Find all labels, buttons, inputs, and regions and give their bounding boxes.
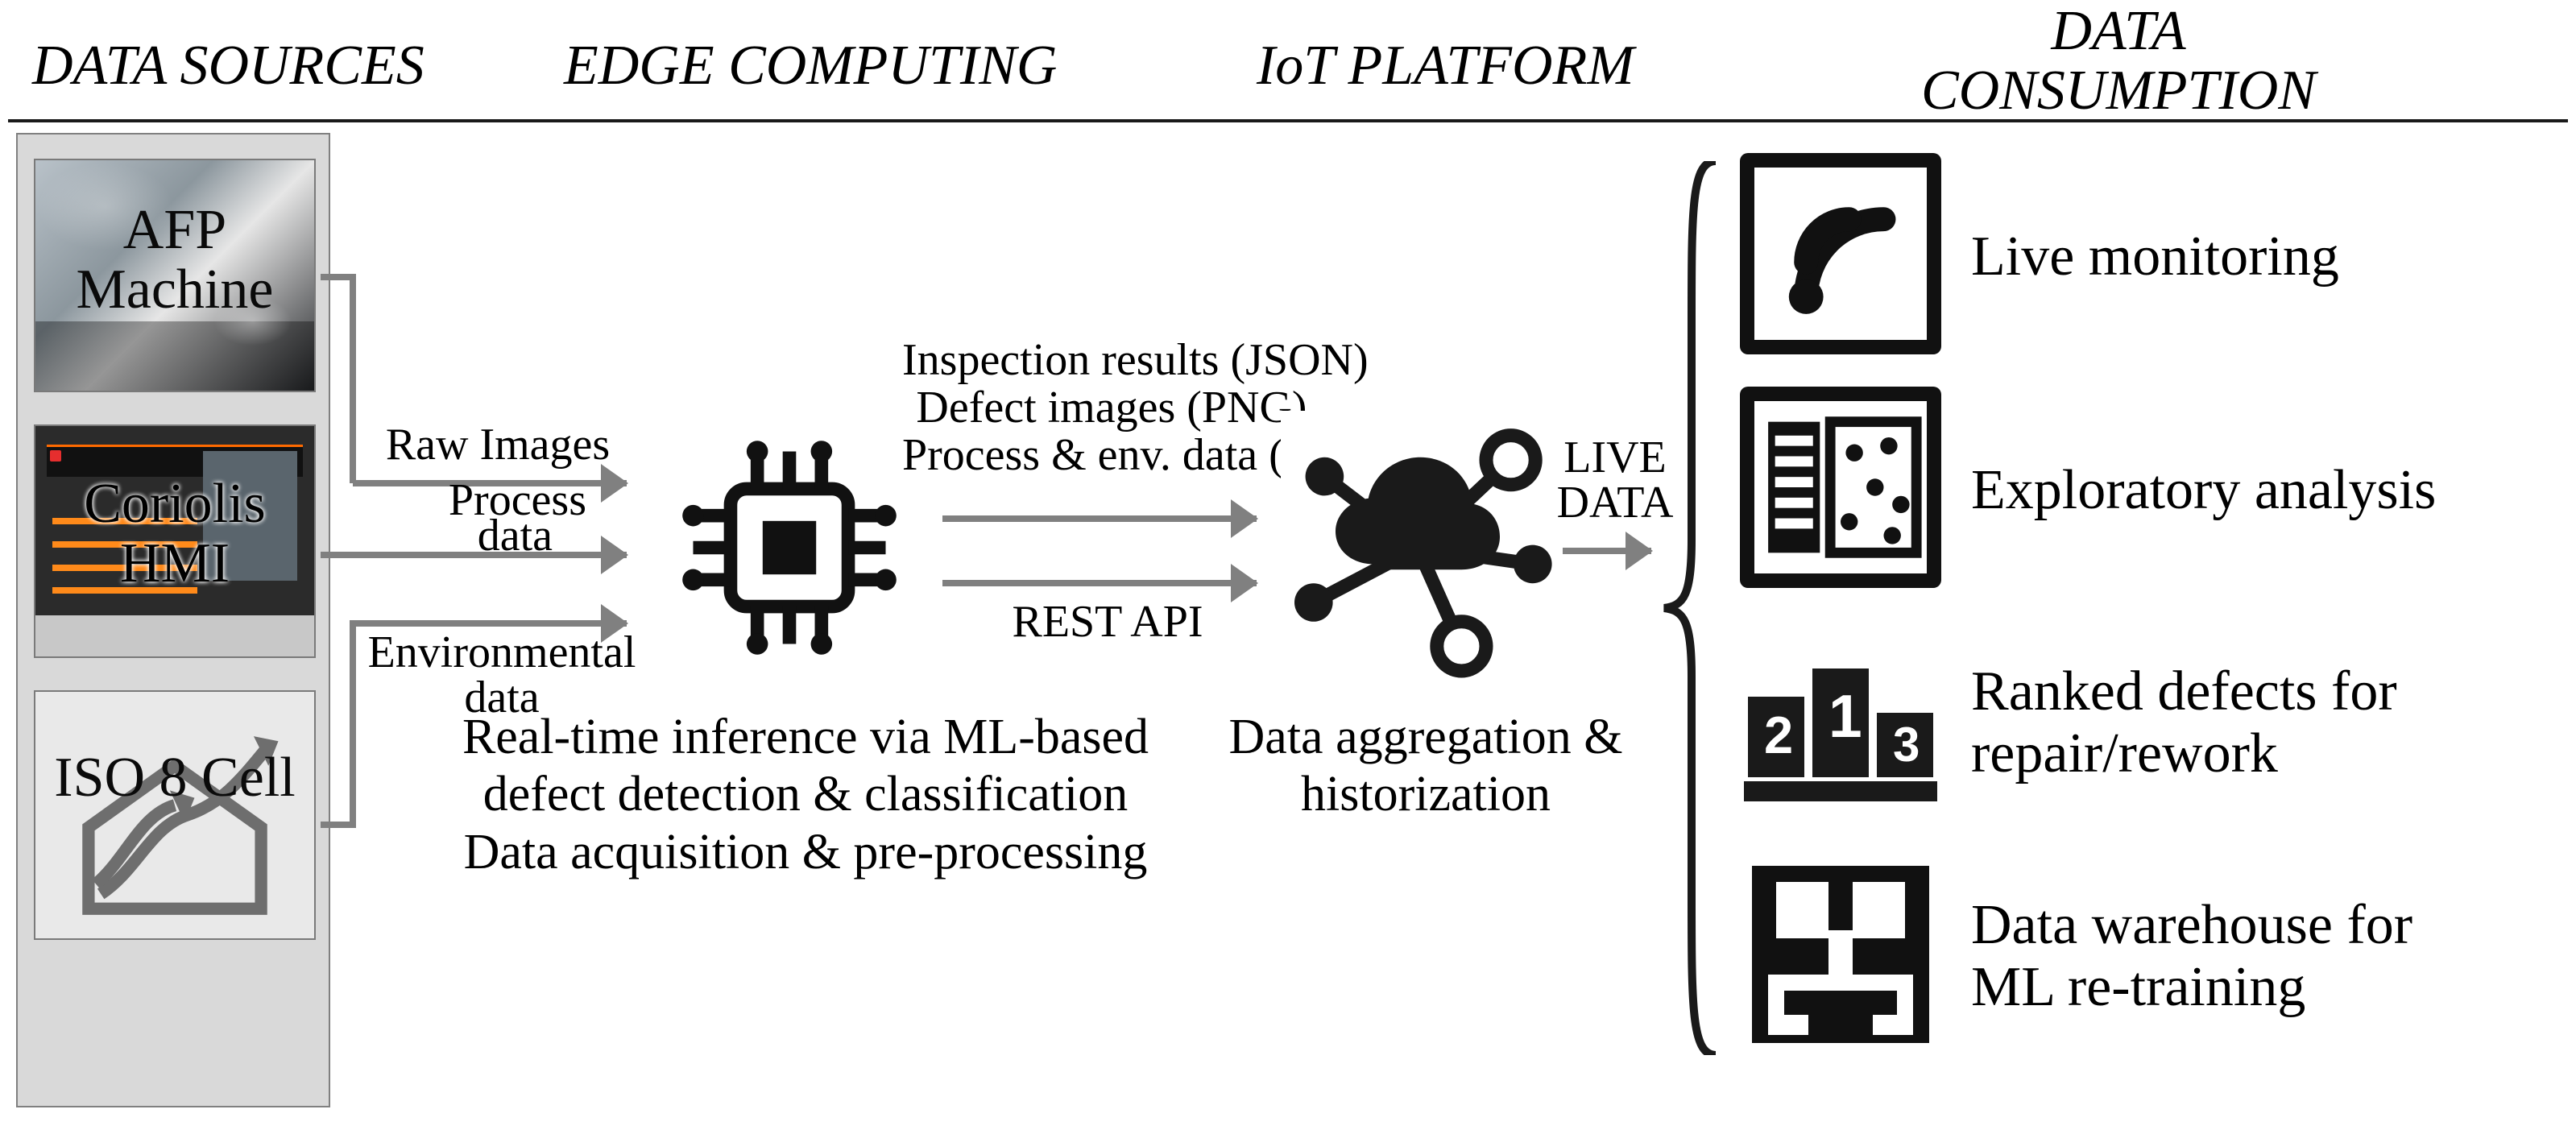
source-hmi-label: Coriolis HMI: [35, 474, 314, 593]
source-afp-machine: AFP Machine: [34, 159, 316, 392]
arrow-label-edge-iot: Inspection results (JSON) Defect images …: [902, 337, 1321, 478]
live-monitoring-icon: [1740, 153, 1941, 354]
source-iso-label: ISO 8 Cell: [35, 748, 314, 808]
right-label-data-warehouse: Data warehouse for ML re-training: [1971, 894, 2551, 1018]
heading-data-sources: DATA SOURCES: [32, 36, 338, 96]
iot-platform-node: [1281, 411, 1555, 685]
svg-text:3: 3: [1893, 718, 1920, 772]
svg-text:1: 1: [1828, 682, 1862, 750]
cloud-network-icon: [1281, 411, 1555, 685]
arrow-iot-right: [1563, 548, 1651, 554]
house-arrows-icon: [35, 692, 314, 938]
header-underline: [8, 119, 2568, 122]
right-label-exploratory: Exploratory analysis: [1971, 459, 2551, 521]
edge-computing-node: [652, 411, 926, 685]
arrow-label-raw-images: Raw Images: [353, 419, 643, 470]
arrow-edge-iot-1: [942, 515, 1257, 522]
heading-iot-platform: IoT PLATFORM: [1257, 36, 1619, 96]
source-afp-label: AFP Machine: [35, 201, 314, 319]
arrow-src-edge-3: [353, 620, 627, 627]
heading-edge-computing: EDGE COMPUTING: [564, 36, 1031, 96]
heading-data-consumption: DATA CONSUMPTION: [1893, 2, 2344, 120]
right-label-live-monitoring: Live monitoring: [1971, 226, 2551, 288]
edge-caption: Real-time inference via ML-based defect …: [451, 709, 1160, 881]
right-label-ranked-defects: Ranked defects for repair/rework: [1971, 660, 2551, 784]
svg-text:2: 2: [1764, 706, 1793, 764]
chip-icon: [656, 414, 923, 681]
data-warehouse-icon: [1740, 854, 1941, 1055]
ranked-defects-icon: 2 1 3: [1740, 620, 1941, 822]
source-iso8-cell: ISO 8 Cell: [34, 690, 316, 940]
connector: [321, 552, 356, 558]
curly-brace-icon: [1659, 161, 1724, 1055]
exploratory-analysis-icon: [1740, 387, 1941, 588]
arrow-label-process-data: Process data: [353, 483, 643, 553]
source-coriolis-hmi: Coriolis HMI: [34, 424, 316, 658]
data-sources-panel: AFP Machine Coriolis HMI ISO 8 Cell: [16, 133, 330, 1107]
iot-caption: Data aggregation & historization: [1200, 709, 1651, 824]
arrow-label-rest-api: REST API: [942, 596, 1273, 648]
arrow-edge-iot-2: [942, 580, 1257, 586]
arrow-label-env-data: Environmental data: [353, 630, 651, 720]
